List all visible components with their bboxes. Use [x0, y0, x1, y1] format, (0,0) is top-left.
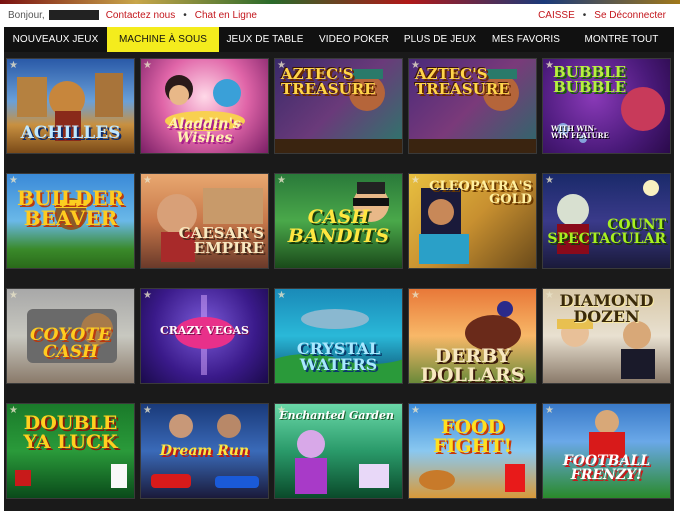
- game-title: AZTEC'S TREASURE: [281, 65, 376, 98]
- game-tile-aladdins-wishes[interactable]: ★ Aladdin's Wishes: [140, 58, 269, 154]
- tab-more-games[interactable]: PLUS DE JEUX: [397, 27, 483, 52]
- favorite-star-icon[interactable]: ★: [545, 405, 554, 416]
- favorite-star-icon[interactable]: ★: [277, 175, 286, 186]
- game-title: CASH BANDITS: [287, 206, 390, 247]
- favorite-star-icon[interactable]: ★: [545, 175, 554, 186]
- tab-show-all[interactable]: MONTRE TOUT: [569, 27, 674, 52]
- live-chat-link[interactable]: Chat en Ligne: [195, 10, 257, 21]
- tab-favorites[interactable]: MES FAVORIS: [483, 27, 569, 52]
- tab-slot-machines[interactable]: MACHINE À SOUS: [107, 27, 219, 52]
- favorite-star-icon[interactable]: ★: [143, 175, 152, 186]
- game-tile-aztecs-treasure[interactable]: ★ AZTEC'S TREASURE: [274, 58, 403, 154]
- account-bar: Bonjour, Contactez nous • Chat en Ligne …: [0, 4, 680, 26]
- game-tile-food-fight[interactable]: ★ FOOD FIGHT!: [408, 403, 537, 499]
- tab-video-poker[interactable]: VIDEO POKER: [311, 27, 397, 52]
- game-tile-bubble-bubble[interactable]: ★ BUBBLE BUBBLE WITH WIN-WIN FEATURE: [542, 58, 671, 154]
- game-title: CRAZY VEGAS: [160, 324, 249, 337]
- tab-new-games[interactable]: NOUVEAUX JEUX: [4, 27, 107, 52]
- favorite-star-icon[interactable]: ★: [411, 405, 420, 416]
- favorite-star-icon[interactable]: ★: [143, 290, 152, 301]
- game-tile-caesars-empire[interactable]: ★ CAESAR'S EMPIRE: [140, 173, 269, 269]
- account-actions: CAISSE • Se Déconnecter: [538, 10, 666, 21]
- favorite-star-icon[interactable]: ★: [277, 290, 286, 301]
- logout-link[interactable]: Se Déconnecter: [594, 10, 666, 21]
- favorite-star-icon[interactable]: ★: [9, 175, 18, 186]
- username-redacted: [48, 10, 99, 20]
- game-subtitle: WITH WIN-WIN FEATURE: [551, 124, 609, 140]
- game-title: COUNT SPECTACULAR: [547, 217, 666, 247]
- greeting-text: Bonjour,: [8, 9, 45, 21]
- game-title: COYOTE CASH: [30, 325, 111, 362]
- favorite-star-icon[interactable]: ★: [9, 60, 18, 71]
- game-tile-dream-run[interactable]: ★ Dream Run: [140, 403, 269, 499]
- favorite-star-icon[interactable]: ★: [143, 60, 152, 71]
- football-player-artwork-icon: [589, 410, 625, 458]
- contact-link[interactable]: Contactez nous: [106, 10, 176, 21]
- game-title: FOOTBALL FRENZY!: [562, 453, 651, 483]
- game-tile-builder-beaver[interactable]: ★ BUILDER BEAVER: [6, 173, 135, 269]
- game-title: Aladdin's Wishes: [168, 116, 241, 146]
- game-title: ACHILLES: [20, 123, 121, 143]
- game-title: FOOD FIGHT!: [432, 416, 513, 457]
- game-category-nav: NOUVEAUX JEUX MACHINE À SOUS JEUX DE TAB…: [4, 27, 674, 52]
- game-tile-crystal-waters[interactable]: ★ CRYSTAL WATERS: [274, 288, 403, 384]
- cashier-link[interactable]: CAISSE: [538, 10, 575, 21]
- separator-bullet: •: [183, 9, 187, 21]
- game-tile-coyote-cash[interactable]: ★ COYOTE CASH: [6, 288, 135, 384]
- game-title: BUBBLE BUBBLE: [553, 63, 627, 96]
- game-title: DIAMOND DOZEN: [559, 291, 654, 326]
- game-title: CLEOPATRA'S GOLD: [429, 179, 532, 207]
- game-tile-cleopatras-gold[interactable]: ★ CLEOPATRA'S GOLD: [408, 173, 537, 269]
- game-tile-cash-bandits[interactable]: ★ CASH BANDITS: [274, 173, 403, 269]
- game-title: BUILDER BEAVER: [17, 186, 124, 230]
- favorite-star-icon[interactable]: ★: [9, 290, 18, 301]
- game-tile-double-ya-luck[interactable]: ★ DOUBLE YA LUCK: [6, 403, 135, 499]
- game-title: DOUBLE YA LUCK: [23, 412, 118, 453]
- game-tile-football-frenzy[interactable]: ★ FOOTBALL FRENZY!: [542, 403, 671, 499]
- separator-bullet: •: [582, 9, 587, 21]
- game-title: Enchanted Garden: [279, 409, 394, 422]
- game-title: Dream Run: [159, 443, 250, 459]
- game-title: CAESAR'S EMPIRE: [178, 224, 264, 257]
- game-tile-derby-dollars[interactable]: ★ DERBY DOLLARS: [408, 288, 537, 384]
- favorite-star-icon[interactable]: ★: [411, 290, 420, 301]
- game-title: CRYSTAL WATERS: [296, 339, 381, 374]
- game-tile-diamond-dozen[interactable]: ★ DIAMOND DOZEN: [542, 288, 671, 384]
- game-title: AZTEC'S TREASURE: [415, 65, 510, 98]
- favorite-star-icon[interactable]: ★: [143, 405, 152, 416]
- tab-table-games[interactable]: JEUX DE TABLE: [219, 27, 311, 52]
- game-grid: ★ ACHILLES ★ Aladdin's Wishes ★ AZTEC'S …: [4, 52, 674, 511]
- game-title: DERBY DOLLARS: [420, 345, 525, 384]
- game-tile-crazy-vegas[interactable]: ★ CRAZY VEGAS: [140, 288, 269, 384]
- game-tile-aztecs-treasure-2[interactable]: ★ AZTEC'S TREASURE: [408, 58, 537, 154]
- game-tile-enchanted-garden[interactable]: ★ Enchanted Garden: [274, 403, 403, 499]
- game-tile-achilles[interactable]: ★ ACHILLES: [6, 58, 135, 154]
- game-tile-count-spectacular[interactable]: ★ COUNT SPECTACULAR: [542, 173, 671, 269]
